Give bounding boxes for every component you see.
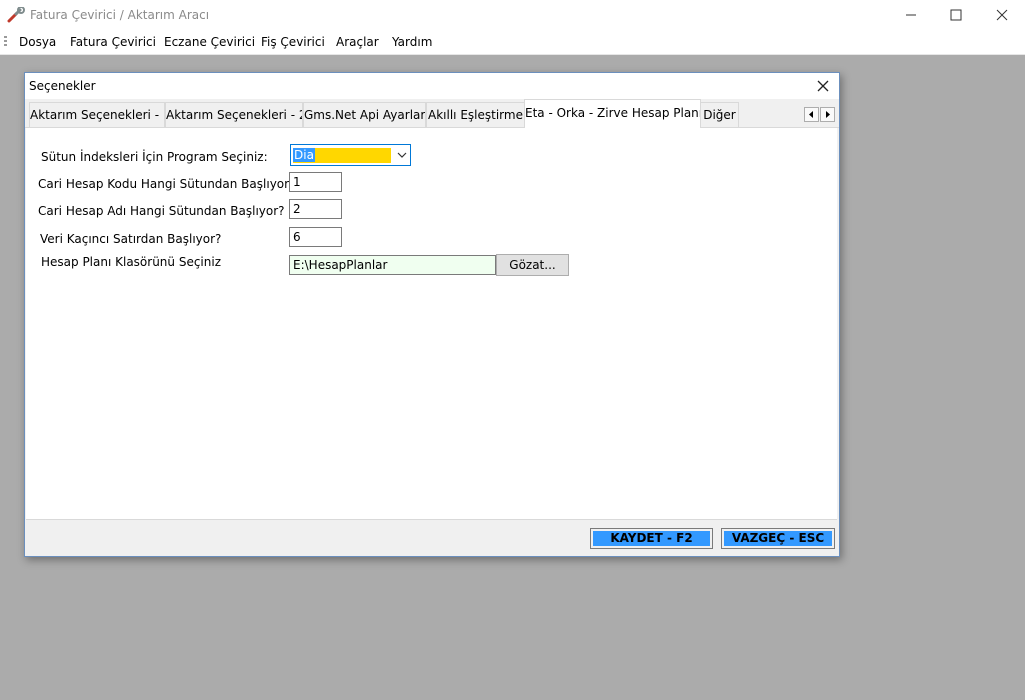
name-column-input[interactable]: 2 xyxy=(289,199,342,219)
menu-dosya[interactable]: Dosya xyxy=(19,35,56,49)
program-select-label: Sütun İndeksleri İçin Program Seçiniz: xyxy=(41,150,268,164)
tab-eta-orka-zirve-hesap-plani[interactable]: Eta - Orka - Zirve Hesap Planı xyxy=(524,99,701,128)
close-icon xyxy=(817,80,829,92)
app-titlebar: Fatura Çevirici / Aktarım Aracı xyxy=(0,0,1025,30)
code-column-input[interactable]: 1 xyxy=(289,172,342,192)
tab-aktarim-secenekleri-2[interactable]: Aktarım Seçenekleri - 2 xyxy=(165,102,303,127)
tab-scroll-right-button[interactable] xyxy=(820,107,835,122)
start-row-input[interactable]: 6 xyxy=(289,227,342,247)
tab-strip: Aktarım Seçenekleri - 1 Aktarım Seçenekl… xyxy=(25,99,839,128)
triangle-left-icon xyxy=(809,111,813,118)
browse-button[interactable]: Gözat... xyxy=(496,254,569,276)
cancel-button-label: VAZGEÇ - ESC xyxy=(724,531,832,546)
dialog-close-button[interactable] xyxy=(813,76,833,96)
wrench-icon xyxy=(7,7,25,23)
dialog-footer: KAYDET - F2 VAZGEÇ - ESC xyxy=(26,519,837,556)
options-dialog: Seçenekler Aktarım Seçenekleri - 1 Aktar… xyxy=(24,72,840,557)
code-column-label: Cari Hesap Kodu Hangi Sütundan Başlıyor? xyxy=(38,177,296,191)
maximize-button[interactable] xyxy=(933,0,979,30)
folder-label: Hesap Planı Klasörünü Seçiniz xyxy=(41,255,222,269)
tab-diger[interactable]: Diğer xyxy=(700,102,739,127)
app-title: Fatura Çevirici / Aktarım Aracı xyxy=(30,8,210,22)
menu-yardim[interactable]: Yardım xyxy=(392,35,432,49)
dialog-titlebar: Seçenekler xyxy=(25,73,839,99)
save-button-label: KAYDET - F2 xyxy=(593,531,710,546)
program-select-value: Dia xyxy=(293,148,391,163)
menu-fatura-cevirici[interactable]: Fatura Çevirici xyxy=(70,35,156,49)
minimize-button[interactable] xyxy=(888,0,934,30)
menu-grip xyxy=(4,36,7,48)
cancel-button[interactable]: VAZGEÇ - ESC xyxy=(721,528,835,549)
folder-path-input[interactable]: E:\HesapPlanlar xyxy=(289,255,496,275)
tab-aktarim-secenekleri-1[interactable]: Aktarım Seçenekleri - 1 xyxy=(29,102,165,127)
minimize-icon xyxy=(906,14,916,16)
triangle-right-icon xyxy=(826,111,830,118)
close-icon xyxy=(996,9,1008,21)
dialog-title: Seçenekler xyxy=(29,79,96,93)
menu-araclar[interactable]: Araçlar xyxy=(336,35,379,49)
chevron-down-icon xyxy=(397,152,407,158)
program-select[interactable]: Dia xyxy=(290,144,411,166)
maximize-icon xyxy=(950,9,962,21)
menu-fis-cevirici[interactable]: Fiş Çevirici xyxy=(261,35,325,49)
tab-akilli-eslestirme[interactable]: Akıllı Eşleştirme xyxy=(426,102,525,127)
name-column-label: Cari Hesap Adı Hangi Sütundan Başlıyor? xyxy=(38,204,285,218)
menu-bar: Dosya Fatura Çevirici Eczane Çevirici Fi… xyxy=(0,30,1025,55)
tab-page-hesap-plani: Sütun İndeksleri İçin Program Seçiniz: D… xyxy=(26,128,837,519)
start-row-label: Veri Kaçıncı Satırdan Başlıyor? xyxy=(40,232,222,246)
save-button[interactable]: KAYDET - F2 xyxy=(590,528,713,549)
close-window-button[interactable] xyxy=(979,0,1025,30)
tab-scroll-left-button[interactable] xyxy=(804,107,819,122)
menu-eczane-cevirici[interactable]: Eczane Çevirici xyxy=(164,35,255,49)
tab-gms-net-api-ayarlari[interactable]: Gms.Net Api Ayarları xyxy=(303,102,426,127)
